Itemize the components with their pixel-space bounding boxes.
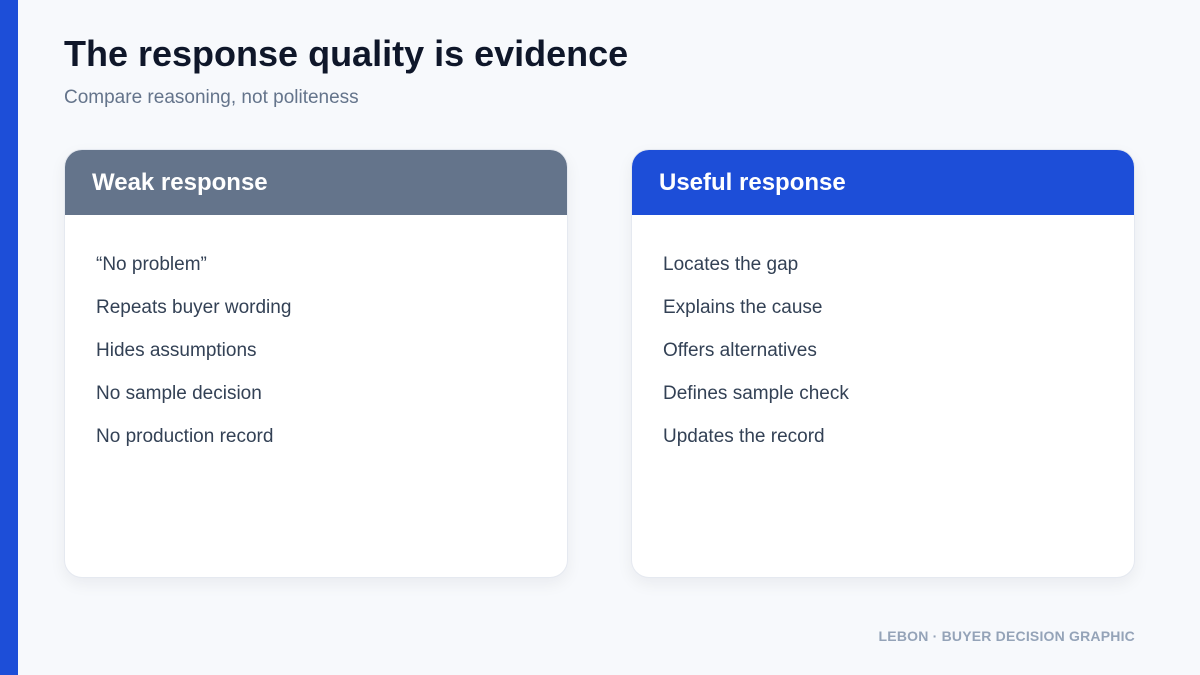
useful-response-card: Useful response Locates the gap Explains… xyxy=(631,149,1135,578)
useful-response-list: Locates the gap Explains the cause Offer… xyxy=(632,215,1134,458)
list-item: Offers alternatives xyxy=(663,340,817,361)
list-item: Explains the cause xyxy=(663,297,823,318)
list-item: No production record xyxy=(96,426,274,447)
useful-response-card-title: Useful response xyxy=(659,168,846,196)
page-subtitle: Compare reasoning, not politeness xyxy=(64,87,359,108)
list-item: Hides assumptions xyxy=(96,340,257,361)
list-item: Updates the record xyxy=(663,426,825,447)
list-item: No sample decision xyxy=(96,383,262,404)
weak-response-list: “No problem” Repeats buyer wording Hides… xyxy=(65,215,567,458)
list-item: Locates the gap xyxy=(663,254,799,275)
useful-response-card-header: Useful response xyxy=(632,150,1134,215)
accent-bar xyxy=(0,0,18,675)
list-item: Defines sample check xyxy=(663,383,849,404)
list-item: Repeats buyer wording xyxy=(96,297,292,318)
footer-credit: LEBON · BUYER DECISION GRAPHIC xyxy=(878,628,1135,644)
weak-response-card-title: Weak response xyxy=(92,168,268,196)
weak-response-card-header: Weak response xyxy=(65,150,567,215)
page-title: The response quality is evidence xyxy=(64,33,629,74)
list-item: “No problem” xyxy=(96,254,207,275)
weak-response-card: Weak response “No problem” Repeats buyer… xyxy=(64,149,568,578)
